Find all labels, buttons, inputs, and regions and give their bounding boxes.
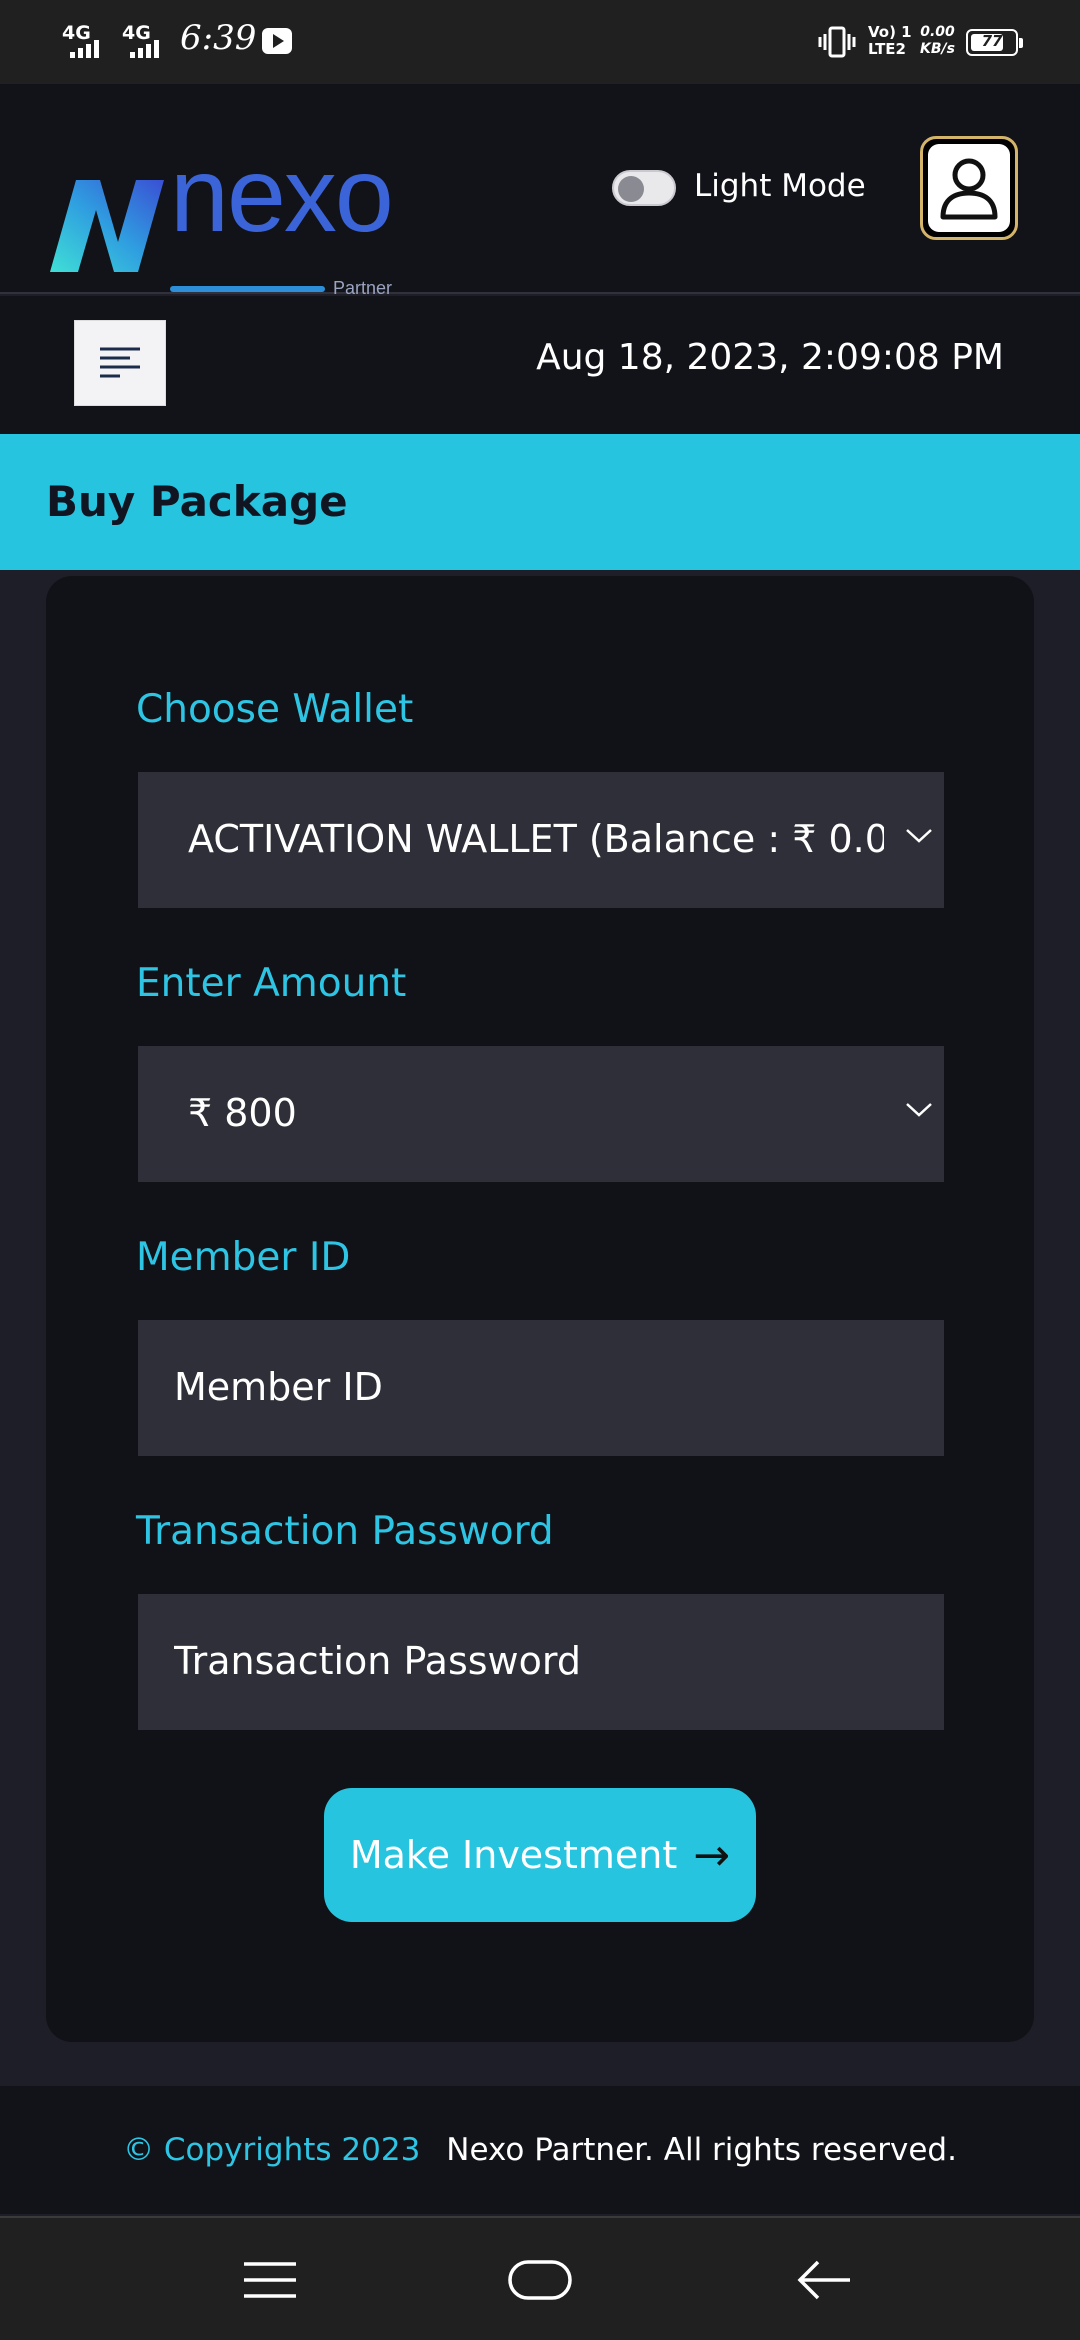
- light-mode-toggle[interactable]: [612, 170, 676, 206]
- volte-indicator: Vo) 1 LTE2: [868, 23, 912, 58]
- signal-icon-1: [70, 38, 99, 58]
- signal-icon-2: [130, 38, 159, 58]
- user-icon: [940, 158, 998, 220]
- footer-copyright: © Copyrights 2023: [123, 2132, 421, 2168]
- youtube-icon: [262, 28, 292, 54]
- transaction-password-label: Transaction Password: [136, 1509, 554, 1554]
- wallet-selected-value: ACTIVATION WALLET (Balance : ₹ 0.00: [188, 817, 884, 861]
- menu-lines-icon: [244, 2262, 296, 2298]
- nexo-logo-icon: [50, 180, 164, 272]
- nav-bar: Aug 18, 2023, 2:09:08 PM: [0, 296, 1080, 434]
- menu-icon: [100, 347, 140, 378]
- wallet-label: Choose Wallet: [136, 687, 414, 732]
- wallet-select[interactable]: ACTIVATION WALLET (Balance : ₹ 0.00: [138, 772, 944, 908]
- status-bar: 4G 4G 6:39 Vo) 1 LTE2 0.00 KB/s 77: [0, 0, 1080, 84]
- page-title: Buy Package: [46, 477, 348, 526]
- logo-text: nexo: [170, 136, 394, 254]
- nexo-logo[interactable]: nexo Partner: [48, 136, 408, 298]
- app-header: nexo Partner Light Mode: [0, 84, 1080, 298]
- page-title-band: Buy Package: [0, 434, 1080, 570]
- buy-package-form: Choose Wallet ACTIVATION WALLET (Balance…: [46, 576, 1034, 2042]
- transaction-password-input[interactable]: Transaction Password: [138, 1594, 944, 1730]
- amount-label: Enter Amount: [136, 961, 407, 1006]
- logo-underline: [170, 286, 325, 292]
- member-id-input[interactable]: Member ID: [138, 1320, 944, 1456]
- make-investment-button[interactable]: Make Investment →: [324, 1788, 756, 1922]
- amount-selected-value: ₹ 800: [188, 1091, 297, 1135]
- network-speed: 0.00 KB/s: [920, 24, 955, 57]
- vibrate-icon: [818, 26, 856, 58]
- clock: 6:39: [180, 18, 257, 58]
- chevron-down-icon: [906, 829, 932, 843]
- current-datetime: Aug 18, 2023, 2:09:08 PM: [536, 337, 1004, 378]
- recent-apps-button[interactable]: [230, 2248, 310, 2312]
- home-button[interactable]: [500, 2248, 580, 2312]
- menu-button[interactable]: [74, 320, 166, 406]
- member-id-placeholder: Member ID: [174, 1365, 383, 1409]
- back-button[interactable]: [784, 2248, 864, 2312]
- system-navigation-bar: [0, 2216, 1080, 2340]
- footer-rights: Nexo Partner. All rights reserved.: [446, 2132, 957, 2168]
- chevron-down-icon: [906, 1103, 932, 1117]
- battery-level: 77: [981, 32, 1003, 50]
- footer: © Copyrights 2023 Nexo Partner. All righ…: [0, 2086, 1080, 2214]
- battery-icon: 77: [966, 29, 1023, 56]
- member-id-label: Member ID: [136, 1235, 351, 1280]
- light-mode-label: Light Mode: [694, 168, 866, 204]
- back-arrow-icon: [797, 2260, 850, 2300]
- amount-select[interactable]: ₹ 800: [138, 1046, 944, 1182]
- arrow-right-icon: →: [693, 1829, 731, 1881]
- home-icon: [508, 2260, 572, 2300]
- profile-button[interactable]: [920, 136, 1018, 240]
- toggle-knob: [618, 176, 644, 202]
- make-investment-label: Make Investment: [349, 1833, 678, 1877]
- transaction-password-placeholder: Transaction Password: [174, 1639, 581, 1683]
